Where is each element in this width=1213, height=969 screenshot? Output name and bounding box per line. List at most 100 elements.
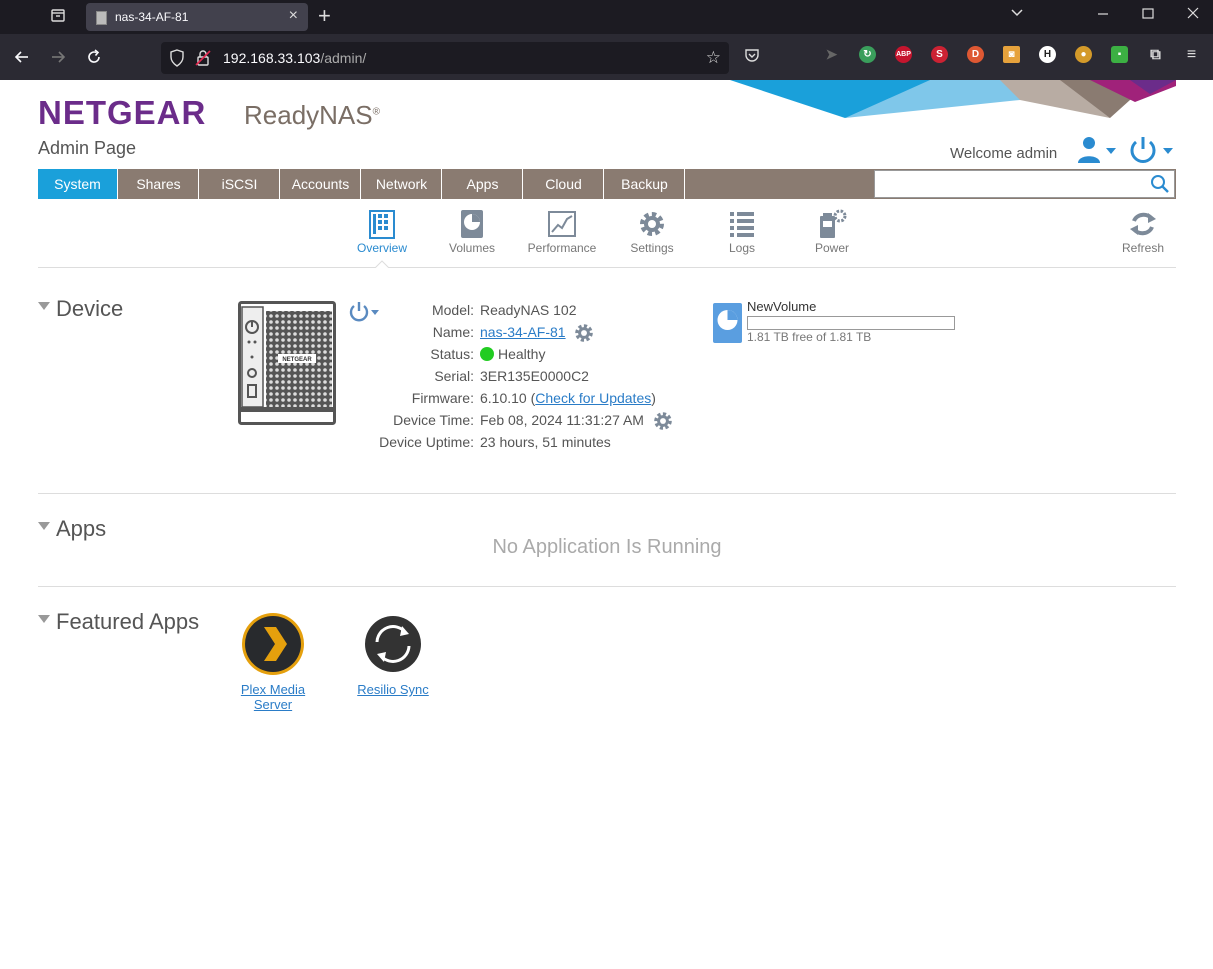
tab-overflow-chevron-icon[interactable] xyxy=(1010,6,1024,24)
bookmark-star-icon[interactable]: ☆ xyxy=(706,48,721,68)
device-time-value: Feb 08, 2024 11:31:27 AM xyxy=(480,410,674,432)
check-for-updates-link[interactable]: Check for Updates xyxy=(535,390,651,406)
subnav-overview[interactable]: Overview xyxy=(342,209,422,255)
subnav-volumes-label: Volumes xyxy=(448,241,496,255)
model-row: Model: ReadyNAS 102 xyxy=(340,300,680,320)
registered-mark: ® xyxy=(372,106,380,118)
tab-system[interactable]: System xyxy=(38,169,118,199)
subnav-divider xyxy=(38,267,1176,268)
firmware-value: 6.10.10 (Check for Updates) xyxy=(480,388,656,408)
device-time-label: Device Time: xyxy=(393,412,474,428)
device-uptime-value: 23 hours, 51 minutes xyxy=(480,434,611,450)
tab-list-icon[interactable] xyxy=(48,7,68,27)
name-gear-icon[interactable] xyxy=(573,322,595,344)
nas-badge-text: NETGEAR xyxy=(282,357,312,363)
forward-arrow-icon[interactable] xyxy=(48,47,68,71)
search-icon[interactable] xyxy=(1150,174,1170,194)
minimize-icon[interactable] xyxy=(1096,6,1110,24)
product-name: ReadyNAS® xyxy=(244,100,380,131)
subnav-performance[interactable]: Performance xyxy=(522,209,602,255)
extension-sync-icon[interactable]: ↻ xyxy=(859,46,876,63)
time-gear-icon[interactable] xyxy=(652,410,674,432)
close-window-icon[interactable] xyxy=(1186,6,1200,24)
apps-section-toggle[interactable]: Apps xyxy=(38,516,106,542)
plex-label-line1: Plex Media xyxy=(240,682,306,697)
featured-app-resilio[interactable]: Resilio Sync xyxy=(346,612,440,697)
device-section-toggle[interactable]: Device xyxy=(38,296,123,322)
firmware-label: Firmware: xyxy=(411,390,474,406)
status-value: Healthy xyxy=(480,344,545,364)
subnav-volumes[interactable]: Volumes xyxy=(432,209,512,255)
settings-icon xyxy=(640,212,664,236)
model-label: Model: xyxy=(431,302,474,318)
resilio-logo-icon xyxy=(365,616,421,672)
power-icon xyxy=(1130,137,1173,163)
browser-tab[interactable]: nas-34-AF-81 × xyxy=(86,3,308,31)
plex-link[interactable]: Plex Media Server xyxy=(241,682,305,712)
model-value: ReadyNAS 102 xyxy=(480,302,577,318)
status-row: Status: Healthy xyxy=(340,344,680,364)
search-box xyxy=(874,170,1175,198)
performance-icon xyxy=(548,211,576,237)
back-arrow-icon[interactable] xyxy=(12,47,32,71)
name-value: nas-34-AF-81 xyxy=(480,322,595,344)
tab-cloud[interactable]: Cloud xyxy=(524,169,604,199)
tab-network[interactable]: Network xyxy=(362,169,442,199)
subnav-settings[interactable]: Settings xyxy=(612,209,692,255)
subnav-performance-label: Performance xyxy=(527,241,597,255)
collapse-triangle-icon xyxy=(38,522,50,531)
subnav-power[interactable]: Power xyxy=(792,209,872,255)
header-banner-graphic xyxy=(730,80,1176,118)
maximize-icon[interactable] xyxy=(1141,6,1155,24)
product-name-text: ReadyNAS xyxy=(244,100,373,130)
featured-apps-section-title: Featured Apps xyxy=(56,609,200,634)
pocket-icon[interactable] xyxy=(744,47,760,68)
tab-title: nas-34-AF-81 xyxy=(115,10,189,24)
device-name-link[interactable]: nas-34-AF-81 xyxy=(480,324,566,340)
new-tab-icon[interactable]: + xyxy=(318,3,331,29)
search-input[interactable] xyxy=(877,173,1151,197)
featured-apps-section-toggle[interactable]: Featured Apps xyxy=(38,609,199,635)
tab-backup[interactable]: Backup xyxy=(605,169,685,199)
hamburger-menu-icon[interactable]: ≡ xyxy=(1183,46,1200,63)
serial-label: Serial: xyxy=(434,368,474,384)
extension-h-icon[interactable]: H xyxy=(1039,46,1056,63)
featured-app-plex[interactable]: Plex Media Server xyxy=(226,612,320,712)
insecure-lock-icon[interactable] xyxy=(195,49,211,70)
power-menu-button[interactable] xyxy=(1128,134,1176,166)
resilio-link[interactable]: Resilio Sync xyxy=(357,682,429,697)
extension-monkey-icon[interactable]: ● xyxy=(1075,46,1092,63)
firmware-version: 6.10.10 xyxy=(480,390,527,406)
name-row: Name: nas-34-AF-81 xyxy=(340,322,680,344)
address-bar[interactable]: 192.168.33.103/admin/ ☆ xyxy=(161,42,729,74)
extension-shield-icon[interactable]: S xyxy=(931,46,948,63)
extension-adblock-icon[interactable]: ABP xyxy=(895,46,912,63)
tracking-shield-icon[interactable] xyxy=(169,49,185,70)
nas-device-image: NETGEAR xyxy=(238,301,336,425)
power-settings-icon xyxy=(820,209,847,238)
welcome-text: Welcome admin xyxy=(950,145,1058,162)
extension-rss-icon[interactable]: ◙ xyxy=(1003,46,1020,63)
refresh-button[interactable]: Refresh xyxy=(1103,209,1183,255)
subnav-logs[interactable]: Logs xyxy=(702,209,782,255)
extensions-puzzle-icon[interactable]: ⧉ xyxy=(1147,46,1164,63)
extension-green-icon[interactable]: ▪ xyxy=(1111,46,1128,63)
volume-icon[interactable] xyxy=(713,303,742,343)
extension-duckduckgo-icon[interactable]: D xyxy=(967,46,984,63)
user-menu-button[interactable] xyxy=(1076,135,1120,165)
tab-accounts[interactable]: Accounts xyxy=(281,169,361,199)
tab-shares[interactable]: Shares xyxy=(119,169,199,199)
readynas-admin-page: NETGEAR ReadyNAS® Admin Page Welcome adm… xyxy=(0,80,1213,969)
no-application-text: No Application Is Running xyxy=(492,536,722,558)
extension-arrow-icon[interactable]: ➤ xyxy=(823,46,840,63)
device-time-text: Feb 08, 2024 11:31:27 AM xyxy=(480,412,644,428)
plex-label-line2: Server xyxy=(253,697,293,712)
reload-icon[interactable] xyxy=(84,47,104,71)
apps-section-title: Apps xyxy=(56,516,107,541)
volume-name[interactable]: NewVolume xyxy=(747,299,816,314)
tab-apps[interactable]: Apps xyxy=(443,169,523,199)
logs-icon xyxy=(730,212,754,237)
user-icon xyxy=(1078,137,1116,163)
tab-close-icon[interactable]: × xyxy=(289,7,298,25)
tab-iscsi[interactable]: iSCSI xyxy=(200,169,280,199)
